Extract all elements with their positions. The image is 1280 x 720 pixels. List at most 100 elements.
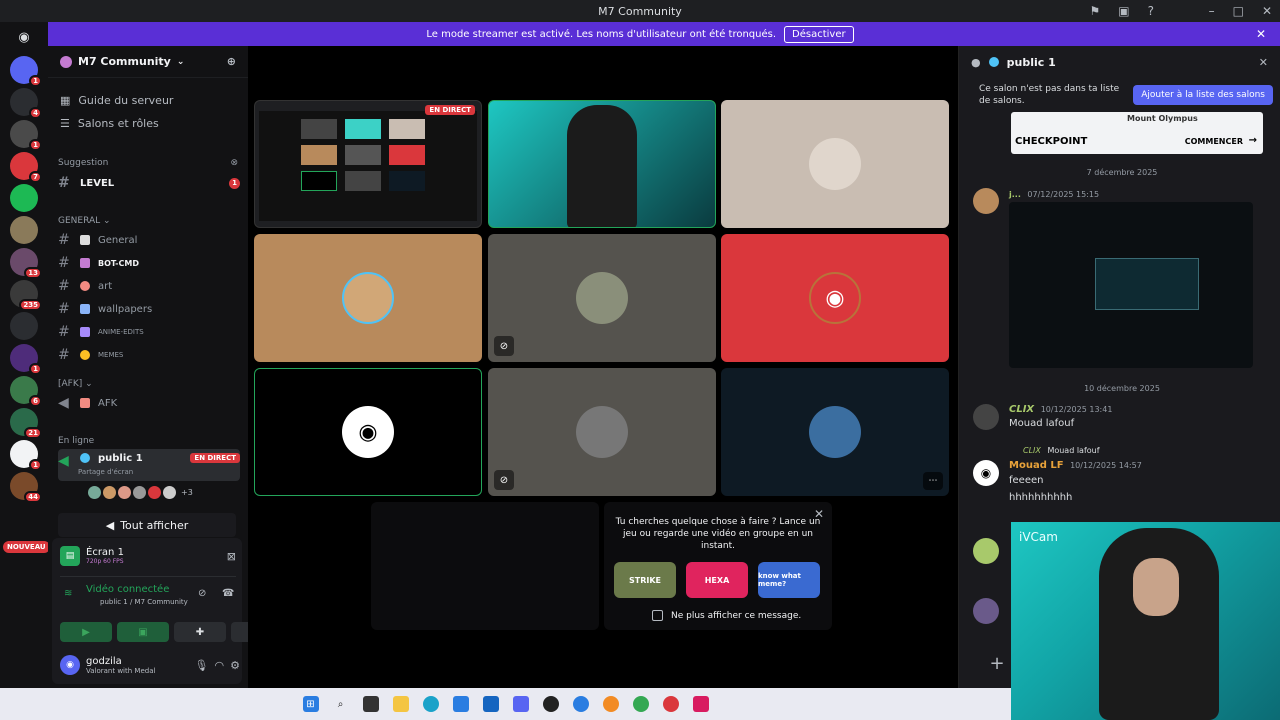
server-icon[interactable]: 21 bbox=[10, 408, 42, 439]
guild-header[interactable]: M7 Community ⌄ ⊕ bbox=[48, 46, 248, 78]
checkbox[interactable] bbox=[652, 610, 663, 621]
message-author[interactable]: CLIX bbox=[1009, 404, 1034, 415]
app-icon[interactable] bbox=[662, 696, 679, 712]
stream-tile[interactable]: EN DIRECT bbox=[254, 100, 482, 228]
server-icon[interactable]: 1 bbox=[10, 344, 42, 375]
voice-channel-public-1[interactable]: ◀ public 1 EN DIRECT Partage d'écran bbox=[58, 449, 240, 481]
channel-memes[interactable]: # MEMES bbox=[58, 344, 240, 366]
discord-avatar-icon: ◉ bbox=[809, 272, 861, 324]
channel-name: ANIME-EDITS bbox=[98, 328, 144, 336]
webcam-person bbox=[567, 105, 637, 227]
show-all-button[interactable]: ◀ Tout afficher bbox=[58, 513, 236, 537]
server-icon[interactable]: 1 bbox=[10, 440, 42, 471]
headphones-icon[interactable]: ◠ bbox=[215, 659, 225, 672]
speaking-user-tile[interactable]: ◉ bbox=[254, 368, 482, 496]
hidden-video-icon[interactable]: ⊘ bbox=[494, 336, 514, 356]
nav-channels-roles[interactable]: ☰ Salons et rôles bbox=[60, 117, 159, 130]
hash-icon: # bbox=[58, 324, 70, 340]
inbox-icon[interactable]: ⚑ bbox=[1090, 4, 1101, 18]
channel-general[interactable]: # General bbox=[58, 229, 240, 251]
message-author[interactable]: Mouad LF bbox=[1009, 460, 1064, 471]
server-icon[interactable]: 13 bbox=[10, 248, 42, 279]
app-icon[interactable] bbox=[692, 696, 709, 712]
close-icon[interactable]: ⊗ bbox=[230, 158, 238, 168]
user-tile[interactable] bbox=[254, 234, 482, 362]
message-time: 10/12/2025 14:57 bbox=[1070, 461, 1142, 470]
hidden-video-icon[interactable]: ⊘ bbox=[494, 470, 514, 490]
game-know-what-meme[interactable]: know what meme? bbox=[758, 562, 820, 598]
game-strike[interactable]: STRIKE bbox=[614, 562, 676, 598]
noise-suppression-icon[interactable]: ⊘ bbox=[198, 588, 206, 599]
search-icon[interactable]: ⌕ bbox=[333, 696, 349, 712]
dont-show-again[interactable]: Ne plus afficher ce message. bbox=[652, 610, 801, 621]
help-icon[interactable]: ? bbox=[1148, 4, 1154, 18]
user-tile[interactable]: ⊘ bbox=[488, 234, 716, 362]
maximize-icon[interactable]: □ bbox=[1233, 4, 1244, 18]
disconnect-icon[interactable]: ☎ bbox=[222, 588, 234, 599]
channel-level[interactable]: # LEVEL 1 bbox=[58, 172, 240, 194]
avatar: ◉ bbox=[60, 655, 80, 675]
nav-server-guide[interactable]: ▦ Guide du serveur bbox=[60, 94, 173, 107]
gear-icon[interactable]: ⚙ bbox=[230, 659, 240, 672]
general-category[interactable]: GENERAL ⌄ bbox=[58, 216, 111, 226]
screen-icon[interactable]: ▣ bbox=[1118, 4, 1129, 18]
channel-name: BOT-CMD bbox=[98, 258, 139, 268]
channel-afk[interactable]: ◀ AFK bbox=[58, 392, 240, 414]
activities-button[interactable]: ✚ bbox=[174, 622, 226, 642]
invite-icon[interactable]: ⊕ bbox=[227, 55, 236, 68]
server-icon[interactable]: 1 bbox=[10, 56, 42, 87]
folder-icon[interactable] bbox=[392, 696, 409, 712]
discord-taskbar-icon[interactable] bbox=[512, 696, 529, 712]
close-icon[interactable]: ✕ bbox=[1259, 56, 1268, 69]
user-tile[interactable]: ⋯ bbox=[721, 368, 949, 496]
embed-start-button[interactable]: COMMENCER bbox=[1185, 137, 1243, 146]
afk-category[interactable]: [AFK] ⌄ bbox=[58, 379, 93, 389]
task-view-icon[interactable] bbox=[362, 696, 379, 712]
store-icon[interactable] bbox=[452, 696, 469, 712]
camera-button[interactable]: ▶ bbox=[60, 622, 112, 642]
server-icon[interactable]: 6 bbox=[10, 376, 42, 407]
channel-anime-edits[interactable]: # ANIME-EDITS bbox=[58, 321, 240, 343]
user-tile[interactable]: ⊘ bbox=[488, 368, 716, 496]
app-icon[interactable] bbox=[542, 696, 559, 712]
screen-share-button[interactable]: ▣ bbox=[117, 622, 169, 642]
disable-streamer-button[interactable]: Désactiver bbox=[784, 25, 854, 43]
discord-home-icon[interactable]: ◉ bbox=[12, 30, 36, 48]
app-icon[interactable] bbox=[572, 696, 589, 712]
mic-icon[interactable]: 🎙 bbox=[195, 659, 209, 672]
edge-icon[interactable] bbox=[422, 696, 439, 712]
server-icon[interactable] bbox=[10, 184, 38, 212]
close-window-icon[interactable]: ✕ bbox=[1262, 4, 1272, 18]
voice-participants[interactable]: +3 bbox=[88, 486, 193, 499]
mic-app-icon[interactable] bbox=[602, 696, 619, 712]
channel-bot-cmd[interactable]: # BOT-CMD bbox=[58, 252, 240, 274]
hash-icon: # bbox=[58, 301, 70, 317]
voice-location[interactable]: public 1 / M7 Community bbox=[100, 598, 188, 606]
server-icon[interactable]: 7 bbox=[10, 152, 42, 183]
channel-wallpapers[interactable]: # wallpapers bbox=[58, 298, 240, 320]
close-banner-icon[interactable]: ✕ bbox=[1256, 27, 1266, 41]
stop-share-icon[interactable]: ⊠ bbox=[227, 550, 236, 563]
server-icon[interactable]: 1 bbox=[10, 120, 42, 151]
server-icon[interactable] bbox=[10, 216, 38, 244]
attached-screenshot[interactable] bbox=[1009, 202, 1253, 368]
reply-preview[interactable]: CLIX Mouad lafouf bbox=[1023, 446, 1100, 455]
game-hexa[interactable]: HEXA bbox=[686, 562, 748, 598]
user-tile[interactable] bbox=[721, 100, 949, 228]
server-icon[interactable]: 4 bbox=[10, 88, 42, 119]
server-icon[interactable]: 235 bbox=[10, 280, 42, 311]
user-info[interactable]: ◉ godzila Valorant with Medal 🎙 ◠ ⚙ bbox=[60, 650, 240, 680]
more-options-icon[interactable]: ⋯ bbox=[923, 472, 943, 490]
server-icon[interactable]: 44 bbox=[10, 472, 42, 503]
start-icon[interactable]: ⊞ bbox=[302, 696, 319, 712]
user-tile[interactable]: ◉ bbox=[721, 234, 949, 362]
minimize-icon[interactable]: – bbox=[1209, 4, 1215, 18]
add-to-channels-button[interactable]: Ajouter à la liste des salons bbox=[1133, 85, 1273, 105]
camera-tile[interactable] bbox=[488, 100, 716, 228]
outlook-icon[interactable] bbox=[482, 696, 499, 712]
chrome-icon[interactable] bbox=[632, 696, 649, 712]
suggestion-category[interactable]: Suggestion ⊗ bbox=[58, 158, 238, 168]
server-icon[interactable] bbox=[10, 312, 38, 340]
voice-status[interactable]: Vidéo connectée bbox=[86, 584, 169, 595]
channel-art[interactable]: # art bbox=[58, 275, 240, 297]
